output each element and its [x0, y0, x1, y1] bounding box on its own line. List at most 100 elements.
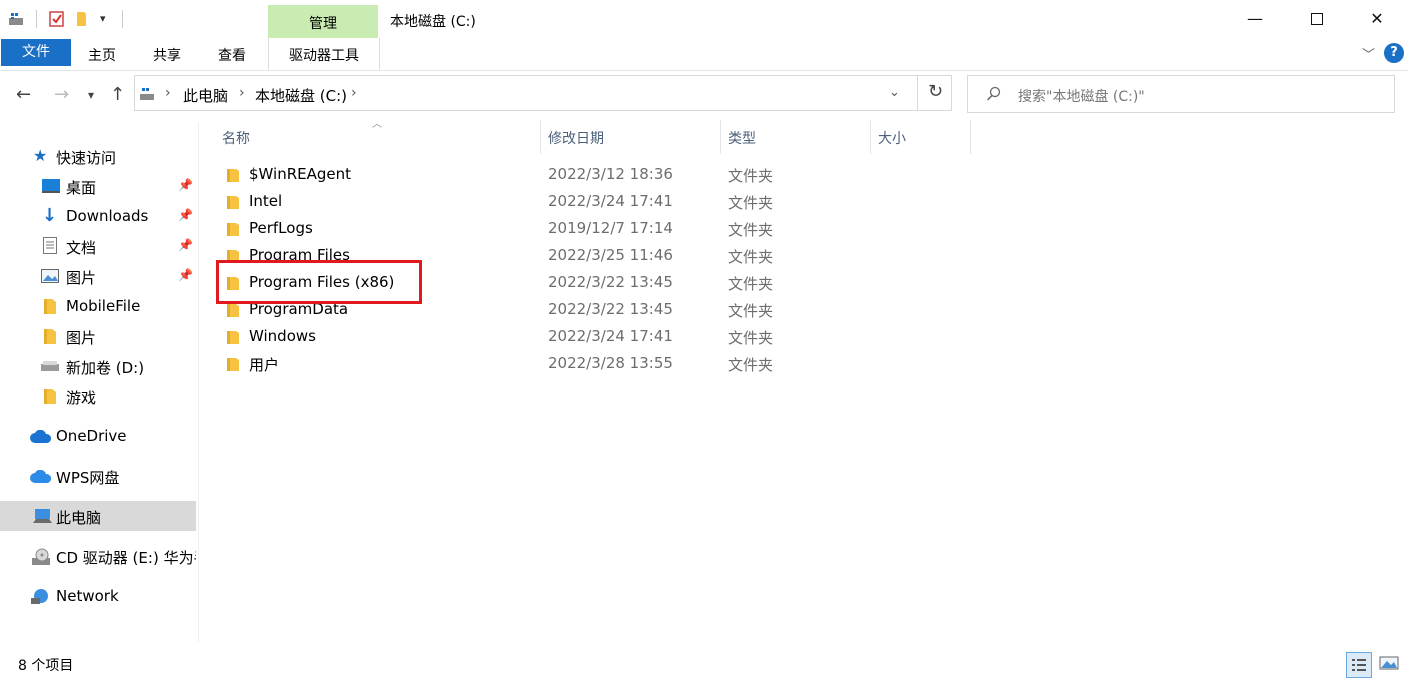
cloud-icon: [30, 470, 52, 483]
tab-view[interactable]: 查看: [218, 45, 246, 65]
breadcrumb-local-disk-c[interactable]: 本地磁盘 (C:): [255, 85, 347, 106]
details-view-button[interactable]: [1346, 652, 1372, 678]
quick-access-dropdown-icon[interactable]: ▾: [100, 12, 106, 25]
column-header-name[interactable]: 名称: [222, 128, 250, 148]
file-type: 文件夹: [728, 302, 774, 320]
file-type: 文件夹: [728, 248, 774, 266]
sidebar-item-downloads[interactable]: ↓ Downloads 📌: [0, 201, 196, 231]
pin-icon[interactable]: 📌: [178, 238, 193, 252]
file-type: 文件夹: [728, 356, 774, 374]
pin-icon[interactable]: 📌: [178, 208, 193, 222]
folder-icon: [227, 358, 239, 371]
file-row[interactable]: Intel 2022/3/24 17:41 文件夹: [216, 188, 976, 215]
file-name: 用户: [249, 356, 280, 374]
column-header-type[interactable]: 类型: [728, 128, 756, 148]
tab-share[interactable]: 共享: [153, 45, 181, 65]
sidebar-item-this-pc[interactable]: 此电脑: [0, 501, 196, 531]
sidebar-item-network[interactable]: Network: [0, 581, 196, 611]
folder-icon: [44, 389, 56, 404]
file-type: 文件夹: [728, 167, 774, 185]
pin-icon[interactable]: 📌: [178, 268, 193, 282]
sidebar-item-label: Network: [56, 587, 119, 605]
file-row[interactable]: $WinREAgent 2022/3/12 18:36 文件夹: [216, 161, 976, 188]
sort-ascending-icon: ︿: [372, 119, 382, 130]
tab-drive-tools[interactable]: 驱动器工具: [268, 38, 380, 70]
sidebar-item-label: OneDrive: [56, 427, 127, 445]
forward-arrow-icon[interactable]: →: [54, 84, 69, 105]
sidebar-item-desktop[interactable]: 桌面 📌: [0, 171, 196, 201]
sidebar-item-onedrive[interactable]: OneDrive: [0, 421, 196, 451]
sidebar-item-documents[interactable]: 文档 📌: [0, 231, 196, 261]
sidebar-item-label: 此电脑: [56, 509, 102, 527]
properties-check-icon[interactable]: [48, 10, 66, 28]
column-header-size[interactable]: 大小: [878, 128, 906, 148]
file-date-modified: 2022/3/25 11:46: [548, 246, 673, 264]
file-date-modified: 2022/3/12 18:36: [548, 165, 673, 183]
new-folder-icon[interactable]: [74, 10, 92, 28]
maximize-button[interactable]: [1294, 0, 1340, 38]
sidebar-item-pictures-folder[interactable]: 图片: [0, 321, 196, 351]
pane-divider[interactable]: [198, 122, 199, 642]
large-icons-view-button[interactable]: [1378, 652, 1402, 676]
search-box[interactable]: 搜索"本地磁盘 (C:)": [967, 75, 1395, 113]
file-row[interactable]: PerfLogs 2019/12/7 17:14 文件夹: [216, 215, 976, 242]
expand-ribbon-chevron-icon[interactable]: ﹀: [1362, 44, 1375, 63]
folder-icon: [227, 169, 239, 182]
sidebar-item-label: 快速访问: [56, 149, 117, 167]
help-icon[interactable]: ?: [1384, 43, 1404, 63]
file-row[interactable]: Windows 2022/3/24 17:41 文件夹: [216, 323, 976, 350]
explorer-app-icon[interactable]: [8, 10, 26, 28]
sidebar-item-label: MobileFile: [66, 297, 141, 315]
title-bar: ▾ 管理 本地磁盘 (C:) — ✕: [0, 0, 1408, 38]
cd-drive-icon: [32, 548, 50, 565]
address-bar[interactable]: › 此电脑 › 本地磁盘 (C:) › ⌄: [134, 75, 952, 111]
column-separator[interactable]: [720, 120, 721, 154]
highlight-annotation-box: [216, 260, 422, 304]
file-date-modified: 2022/3/24 17:41: [548, 192, 673, 210]
sidebar-item-quick-access[interactable]: ★ 快速访问: [0, 141, 196, 171]
tab-home[interactable]: 主页: [88, 45, 116, 65]
desktop-icon: [42, 179, 60, 193]
column-separator[interactable]: [540, 120, 541, 154]
computer-icon: [33, 509, 52, 523]
up-arrow-icon[interactable]: ↑: [110, 84, 125, 105]
file-date-modified: 2019/12/7 17:14: [548, 219, 673, 237]
toolbar-divider: [36, 10, 37, 28]
breadcrumb-this-pc[interactable]: 此电脑: [183, 85, 228, 106]
sidebar-item-wps-cloud[interactable]: WPS网盘: [0, 461, 196, 491]
manage-contextual-tab[interactable]: 管理: [268, 5, 378, 38]
back-arrow-icon[interactable]: ←: [16, 84, 31, 105]
recent-locations-chevron-icon[interactable]: ▾: [88, 88, 94, 102]
sidebar-item-pictures[interactable]: 图片 📌: [0, 261, 196, 291]
refresh-button[interactable]: ↻: [917, 75, 953, 111]
pin-icon[interactable]: 📌: [178, 178, 193, 192]
this-pc-icon: [140, 88, 154, 100]
star-icon: ★: [33, 146, 48, 165]
minimize-button[interactable]: —: [1232, 0, 1278, 38]
status-item-count: 8 个项目: [18, 658, 74, 674]
sidebar-item-label: 图片: [66, 329, 97, 347]
sidebar-item-new-volume-d[interactable]: 新加卷 (D:): [0, 351, 196, 381]
network-icon: [31, 589, 48, 604]
folder-icon: [227, 304, 239, 317]
close-button[interactable]: ✕: [1354, 0, 1400, 38]
address-history-chevron-icon[interactable]: ⌄: [889, 85, 900, 100]
sidebar-item-label: 文档: [66, 239, 97, 257]
sidebar-item-cd-drive-e[interactable]: CD 驱动器 (E:) 华为手: [0, 541, 196, 571]
sidebar-item-games[interactable]: 游戏: [0, 381, 196, 411]
tab-file[interactable]: 文件: [1, 39, 71, 66]
file-date-modified: 2022/3/22 13:45: [548, 273, 673, 291]
download-arrow-icon: ↓: [42, 205, 58, 226]
file-row[interactable]: 用户 2022/3/28 13:55 文件夹: [216, 350, 976, 377]
sidebar-item-label: WPS网盘: [56, 469, 120, 487]
column-header-date-modified[interactable]: 修改日期: [548, 128, 604, 148]
sidebar-item-mobilefile[interactable]: MobileFile: [0, 291, 196, 321]
column-separator[interactable]: [870, 120, 871, 154]
breadcrumb-separator-icon[interactable]: ›: [351, 85, 357, 101]
breadcrumb-separator-icon[interactable]: ›: [239, 85, 245, 101]
column-separator[interactable]: [970, 120, 971, 154]
breadcrumb-separator-icon[interactable]: ›: [165, 85, 171, 101]
sidebar-item-label: Downloads: [66, 207, 149, 225]
file-name: PerfLogs: [249, 219, 313, 237]
sidebar-item-label: 图片: [66, 269, 97, 287]
